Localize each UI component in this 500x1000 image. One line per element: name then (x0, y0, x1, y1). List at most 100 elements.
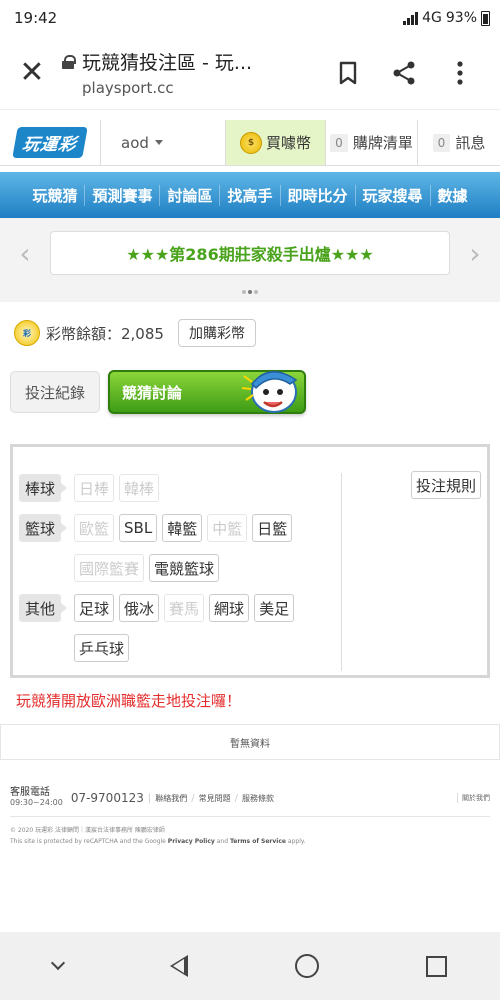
chevron-left-icon[interactable]: ‹ (0, 237, 50, 270)
msg-count: 0 (432, 133, 451, 152)
android-nav-bar (0, 932, 500, 1000)
category-basketball: 籃球 (19, 514, 67, 542)
status-time: 19:42 (14, 9, 58, 27)
nav-item-forum[interactable]: 討論區 (160, 184, 221, 206)
balance-label: 彩幣餘額：2,085 (46, 324, 164, 343)
sport-american-football[interactable]: 美足 (254, 594, 295, 622)
mascot-icon (241, 371, 298, 413)
signal-icon (403, 11, 419, 25)
sport-table-tennis[interactable]: 乒乓球 (74, 634, 130, 662)
nav-item-stats[interactable]: 數據 (431, 185, 475, 206)
sport-esports-basketball[interactable]: 電競籃球 (149, 554, 220, 582)
empty-state: 暫無資料 (0, 724, 500, 760)
nav-item-predict[interactable]: 預測賽事 (85, 184, 161, 206)
sport-jp-baseball[interactable]: 日棒 (74, 474, 115, 502)
page-title: 玩競猜投注區 - 玩... (82, 52, 253, 74)
footer-link-contact[interactable]: 聯絡我們 (155, 793, 187, 804)
chevron-down-icon[interactable] (51, 955, 66, 971)
sport-ru-hockey[interactable]: 俄冰 (119, 594, 160, 622)
carousel-dot[interactable] (254, 290, 258, 294)
back-icon[interactable] (170, 955, 189, 977)
terms-of-service-link[interactable]: Terms of Service (230, 838, 286, 845)
copyright-text: © 2020 玩運彩 法律顧問｜漢宸台法律事務所 陳鵬宏律師 (10, 827, 165, 834)
sport-sbl[interactable]: SBL (119, 514, 158, 542)
buy-coins-button[interactable]: $ 買噱幣 (226, 120, 326, 165)
betting-rules-button[interactable]: 投注規則 (410, 471, 481, 499)
buy-coins-label: 買噱幣 (265, 134, 311, 152)
captcha-apply: apply. (287, 838, 306, 845)
carousel-dots (0, 288, 500, 302)
sport-kr-baseball[interactable]: 韓棒 (119, 474, 160, 502)
home-icon[interactable] (294, 954, 319, 978)
hotline-hours: 09:30~24:00 (10, 798, 63, 807)
page-domain: playsport.cc (82, 79, 174, 97)
row-baseball: 棒球 日棒 韓棒 (19, 473, 337, 503)
hotline-phone[interactable]: 07-9700123 (71, 791, 144, 805)
site-header: 玩運彩 aod $ 買噱幣 0 購牌清單 0 訊息 (0, 120, 500, 166)
site-logo[interactable]: 玩運彩 (0, 120, 100, 165)
row-other: 其他 足球 俄冰 賽馬 網球 美足 (19, 593, 337, 623)
cart-label: 購牌清單 (352, 134, 413, 152)
msg-label: 訊息 (455, 134, 486, 152)
sport-tennis[interactable]: 網球 (209, 594, 250, 622)
browser-toolbar: ✕ 玩競猜投注區 - 玩... playsport.cc (0, 36, 500, 110)
url-bar[interactable]: 玩競猜投注區 - 玩... playsport.cc (52, 48, 320, 97)
nav-item-live-score[interactable]: 即時比分 (281, 184, 356, 206)
recents-icon[interactable] (425, 955, 447, 977)
banner-text[interactable]: ★★★第286期莊家殺手出爐★★★ (50, 231, 450, 275)
row-basketball: 籃球 歐籃 SBL 韓籃 中籃 日籃 (19, 513, 337, 543)
footer-link-terms[interactable]: 服務條款 (242, 793, 274, 804)
username: aod (121, 133, 149, 152)
buy-more-coins-button[interactable]: 加購彩幣 (177, 319, 256, 347)
tab-discussion-label: 競猜討論 (122, 383, 183, 402)
share-icon[interactable] (376, 60, 432, 86)
chevron-right-icon[interactable]: › (450, 237, 500, 270)
sport-jp-basketball[interactable]: 日籃 (252, 514, 293, 542)
user-menu[interactable]: aod (100, 120, 226, 165)
sport-kr-basketball[interactable]: 韓籃 (162, 514, 203, 542)
lottery-coin-icon: 彩 (14, 320, 40, 346)
banner-carousel: ‹ ★★★第286期莊家殺手出爐★★★ › (0, 218, 500, 288)
coin-balance: 彩 彩幣餘額：2,085 加購彩幣 (0, 318, 500, 348)
row-other-2: 乒乓球 (19, 633, 337, 663)
sport-eu-basketball[interactable]: 歐籃 (74, 514, 115, 542)
sport-soccer[interactable]: 足球 (74, 594, 115, 622)
site-footer: 客服電話 09:30~24:00 07-9700123 | 聯絡我們 / 常見問… (10, 787, 490, 847)
chevron-down-icon (154, 140, 163, 145)
main-nav: 玩競猜 預測賽事 討論區 找高手 即時比分 玩家搜尋 數據 (0, 172, 500, 218)
messages-button[interactable]: 0 訊息 (418, 120, 500, 165)
coin-icon: $ (239, 131, 262, 154)
tab-discussion[interactable]: 競猜討論 (108, 370, 306, 414)
lock-icon (62, 54, 76, 69)
status-indicators: 4G 93% (403, 10, 490, 26)
sports-panel: 棒球 日棒 韓棒 籃球 歐籃 SBL 韓籃 中籃 日籃 國際籃賽 電競籃球 其他… (10, 444, 490, 678)
footer-link-faq[interactable]: 常見問題 (199, 793, 231, 804)
carousel-dot[interactable] (242, 290, 246, 294)
sports-list: 棒球 日棒 韓棒 籃球 歐籃 SBL 韓籃 中籃 日籃 國際籃賽 電競籃球 其他… (19, 473, 337, 673)
privacy-policy-link[interactable]: Privacy Policy (168, 838, 215, 845)
bookmark-icon[interactable] (320, 61, 376, 85)
carousel-dot-active[interactable] (248, 290, 252, 294)
battery-icon (481, 10, 490, 26)
footer-link-about[interactable]: 關於我們 (457, 793, 490, 803)
network-type: 4G (422, 10, 442, 26)
notice-text[interactable]: 玩競猜開放歐洲職籃走地投注囉！ (0, 678, 500, 718)
cart-button[interactable]: 0 購牌清單 (326, 120, 418, 165)
battery-level: 93% (445, 10, 477, 26)
cart-count: 0 (330, 133, 348, 152)
nav-item-guess[interactable]: 玩競猜 (25, 184, 86, 206)
copyright: © 2020 玩運彩 法律顧問｜漢宸台法律事務所 陳鵬宏律師 This site… (10, 825, 490, 847)
nav-item-player-search[interactable]: 玩家搜尋 (356, 184, 431, 206)
category-other: 其他 (19, 594, 67, 622)
row-basketball-2: 國際籃賽 電競籃球 (19, 553, 337, 583)
tab-bet-log[interactable]: 投注紀錄 (10, 371, 100, 413)
nav-item-experts[interactable]: 找高手 (220, 184, 281, 206)
hotline: 客服電話 09:30~24:00 (10, 788, 63, 808)
sport-cn-basketball[interactable]: 中籃 (207, 514, 248, 542)
more-menu-icon[interactable] (432, 60, 488, 85)
section-tabs: 投注紀錄 競猜討論 (0, 368, 500, 416)
sport-intl-basketball[interactable]: 國際籃賽 (74, 554, 145, 582)
close-icon[interactable]: ✕ (12, 55, 52, 90)
sport-horse-racing[interactable]: 賽馬 (164, 594, 205, 622)
category-baseball: 棒球 (19, 474, 67, 502)
